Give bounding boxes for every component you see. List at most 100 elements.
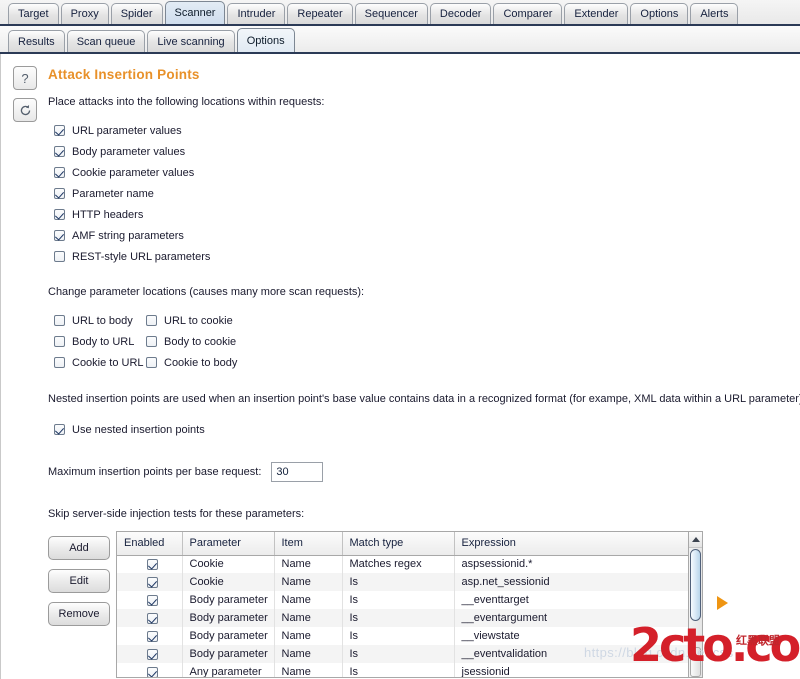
enabled-cell: [117, 663, 183, 677]
cell-match-type: Is: [342, 645, 455, 663]
subtab-live-scanning[interactable]: Live scanning: [147, 30, 235, 52]
insertion-point-checkbox[interactable]: [54, 230, 65, 241]
insertion-point-label: Cookie parameter values: [72, 166, 195, 179]
column-header-parameter[interactable]: Parameter: [182, 532, 275, 556]
checkbox-cell: Body parameter values: [54, 146, 185, 158]
table-row[interactable]: Cookie Name Is asp.net_sessionid: [117, 573, 703, 591]
column-header-item[interactable]: Item: [274, 532, 343, 556]
row-enabled-checkbox[interactable]: [147, 594, 159, 606]
insertion-point-label: HTTP headers: [72, 208, 144, 221]
change-location-label: Cookie to URL: [72, 356, 144, 369]
subtab-options[interactable]: Options: [236, 28, 295, 52]
tab-intruder[interactable]: Intruder: [227, 3, 286, 24]
table-row[interactable]: Body parameter Name Is __eventargument: [117, 609, 703, 627]
tab-decoder[interactable]: Decoder: [429, 3, 492, 24]
cell-parameter: Cookie: [182, 573, 275, 591]
table-row[interactable]: Body parameter Name Is __eventvalidation: [117, 645, 703, 663]
table-action-buttons: Add Edit Remove: [48, 531, 116, 678]
scrollbar-thumb[interactable]: [690, 549, 701, 621]
tab-repeater[interactable]: Repeater: [287, 3, 353, 24]
nested-insertion-checkbox-row: Use nested insertion points: [54, 419, 800, 440]
edit-button[interactable]: Edit: [48, 569, 110, 593]
row-enabled-checkbox[interactable]: [147, 576, 159, 588]
change-location-checkbox[interactable]: [54, 315, 65, 326]
change-location-checkbox[interactable]: [146, 357, 157, 368]
row-enabled-checkbox[interactable]: [147, 630, 159, 642]
table-row[interactable]: Body parameter Name Is __eventtarget: [117, 591, 703, 609]
table-row[interactable]: Body parameter Name Is __viewstate: [117, 627, 703, 645]
row-enabled-checkbox[interactable]: [147, 612, 159, 624]
column-header-expression[interactable]: Expression: [454, 532, 703, 556]
tab-extender[interactable]: Extender: [564, 3, 629, 24]
insertion-points-checkbox-group: URL parameter values Body parameter value…: [54, 120, 800, 267]
scrollbar-track-lower[interactable]: [690, 647, 701, 677]
insertion-point-checkbox[interactable]: [54, 251, 65, 262]
cell-item: Name: [274, 573, 343, 591]
cell-expression: aspsessionid.*: [454, 555, 703, 573]
enabled-cell: [117, 627, 183, 645]
scanner-sub-tab-bar: Results Scan queue Live scanning Options: [0, 26, 800, 54]
change-location-checkbox[interactable]: [146, 315, 157, 326]
tab-scanner[interactable]: Scanner: [164, 1, 226, 24]
help-button[interactable]: ?: [13, 66, 37, 90]
restore-defaults-button[interactable]: [13, 98, 37, 122]
checkbox-cell: Cookie to body: [146, 357, 237, 369]
tab-sequencer[interactable]: Sequencer: [354, 3, 428, 24]
cell-match-type: Is: [342, 591, 455, 609]
tab-spider[interactable]: Spider: [110, 3, 163, 24]
cell-item: Name: [274, 627, 343, 645]
app-window: Target Proxy Spider Scanner Intruder Repeater…: [0, 0, 800, 679]
use-nested-insertion-points-checkbox[interactable]: [54, 424, 65, 435]
insertion-point-checkbox[interactable]: [54, 209, 65, 220]
insertion-point-row: REST-style URL parameters: [54, 246, 800, 267]
refresh-icon: [19, 104, 32, 117]
column-header-enabled[interactable]: Enabled: [117, 532, 183, 556]
change-location-checkbox[interactable]: [146, 336, 157, 347]
subtab-results[interactable]: Results: [8, 30, 65, 52]
cell-match-type: Is: [342, 573, 455, 591]
play-arrow-icon[interactable]: [717, 596, 728, 610]
insertion-point-row: Cookie parameter values: [54, 162, 800, 183]
column-header-match-type[interactable]: Match type: [342, 532, 455, 556]
checkbox-cell: REST-style URL parameters: [54, 251, 210, 263]
tab-proxy[interactable]: Proxy: [60, 3, 109, 24]
enabled-cell: [117, 591, 183, 609]
tab-alerts[interactable]: Alerts: [690, 3, 739, 24]
checkbox-cell: Parameter name: [54, 188, 154, 200]
max-insertion-points-input[interactable]: [271, 462, 324, 482]
row-enabled-checkbox[interactable]: [147, 648, 159, 660]
tab-options[interactable]: Options: [630, 3, 689, 24]
cell-expression: __eventargument: [454, 609, 703, 627]
tab-target[interactable]: Target: [8, 3, 59, 24]
insertion-point-row: AMF string parameters: [54, 225, 800, 246]
remove-button[interactable]: Remove: [48, 602, 110, 626]
insertion-point-row: Parameter name: [54, 183, 800, 204]
change-location-checkbox[interactable]: [54, 357, 65, 368]
subtab-scan-queue[interactable]: Scan queue: [66, 30, 146, 52]
checkbox-cell: Body to cookie: [146, 336, 236, 348]
row-enabled-checkbox[interactable]: [147, 558, 159, 570]
cell-match-type: Is: [342, 627, 455, 645]
cell-item: Name: [274, 663, 343, 677]
insertion-point-row: URL parameter values: [54, 120, 800, 141]
question-mark-icon: ?: [21, 70, 29, 86]
panel-side-buttons: ?: [13, 66, 39, 130]
scroll-up-button[interactable]: [689, 532, 702, 548]
enabled-cell: [117, 645, 183, 663]
insertion-point-checkbox[interactable]: [54, 167, 65, 178]
row-enabled-checkbox[interactable]: [147, 666, 159, 677]
cell-expression: __eventvalidation: [454, 645, 703, 663]
panel-lead-text: Place attacks into the following locatio…: [48, 96, 325, 108]
add-button[interactable]: Add: [48, 536, 110, 560]
checkbox-cell: URL to cookie: [146, 315, 233, 327]
change-location-checkbox[interactable]: [54, 336, 65, 347]
cell-parameter: Cookie: [182, 555, 275, 573]
table-row[interactable]: Cookie Name Matches regex aspsessionid.*: [117, 555, 703, 573]
table-row[interactable]: Any parameter Name Is jsessionid: [117, 663, 703, 677]
insertion-point-checkbox[interactable]: [54, 125, 65, 136]
insertion-point-checkbox[interactable]: [54, 146, 65, 157]
tab-comparer[interactable]: Comparer: [493, 3, 563, 24]
triangle-up-icon: [691, 537, 700, 542]
insertion-point-checkbox[interactable]: [54, 188, 65, 199]
table-scrollbar[interactable]: [688, 532, 703, 677]
